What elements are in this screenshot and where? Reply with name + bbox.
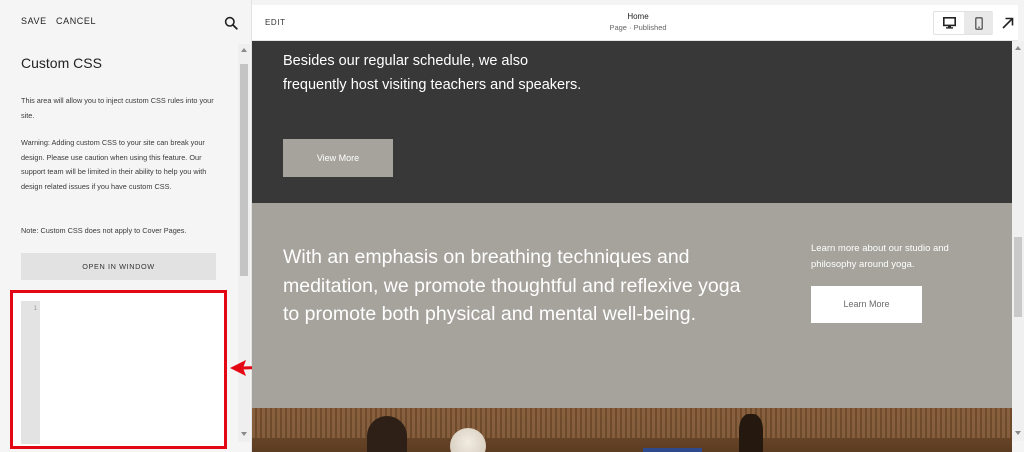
bottom-tab-indicator [643,448,702,452]
mobile-view-button[interactable] [964,12,993,34]
site-preview: EDIT Home Page · Published Besides our r… [252,0,1024,452]
cancel-button[interactable]: CANCEL [56,16,96,26]
scroll-up-arrow-icon[interactable] [1015,46,1021,50]
scroll-up-arrow-icon[interactable] [241,48,247,52]
warning-text: Warning: Adding custom CSS to your site … [21,138,207,191]
edit-button[interactable]: EDIT [265,18,286,27]
save-button[interactable]: SAVE [21,16,47,26]
search-icon[interactable] [224,16,238,30]
page-status: Page · Published [609,23,667,32]
philosophy-section: With an emphasis on breathing techniques… [252,203,1012,408]
figure-silhouette [367,416,407,452]
css-editor-highlight: 1 [10,290,227,449]
mobile-icon [974,16,983,30]
line-number: 1 [33,305,37,312]
preview-scroll-thumb[interactable] [1014,237,1022,317]
view-more-button[interactable]: View More [283,139,393,177]
page-title: Home [627,12,649,21]
desktop-view-button[interactable] [934,12,964,34]
studio-photo [252,408,1012,452]
ceiling-slats [252,408,1012,438]
schedule-text: Besides our regular schedule, we also fr… [283,53,582,93]
schedule-section: Besides our regular schedule, we also fr… [252,41,1012,203]
scroll-down-arrow-icon[interactable] [241,432,247,436]
panel-scroll-thumb[interactable] [240,64,248,276]
panel-title: Custom CSS [21,55,102,71]
arrow-up-right-icon[interactable] [1001,16,1015,30]
learn-more-button[interactable]: Learn More [811,286,922,323]
css-code-editor[interactable] [42,301,222,444]
preview-scrollbar[interactable] [1012,41,1024,441]
panel-scrollbar[interactable] [238,44,250,442]
scroll-down-arrow-icon[interactable] [1015,431,1021,435]
app-window: SAVE CANCEL Custom CSS This area will al… [0,0,1024,452]
preview-header: EDIT Home Page · Published [252,5,1018,41]
panel-toolbar: SAVE CANCEL [0,0,252,44]
learn-more-text: Learn more about our studio and philosop… [811,243,949,270]
emphasis-heading: With an emphasis on breathing techniques… [283,246,741,325]
editor-gutter: 1 [21,301,40,444]
custom-css-panel: SAVE CANCEL Custom CSS This area will al… [0,0,252,452]
page-info: Home Page · Published [558,11,718,33]
desktop-icon [942,17,956,29]
figure-silhouette [739,414,763,452]
description-text: This area will allow you to inject custo… [21,96,214,120]
note-text: Note: Custom CSS does not apply to Cover… [21,226,187,235]
device-toggle [933,11,993,35]
open-in-window-button[interactable]: OPEN IN WINDOW [21,253,216,280]
